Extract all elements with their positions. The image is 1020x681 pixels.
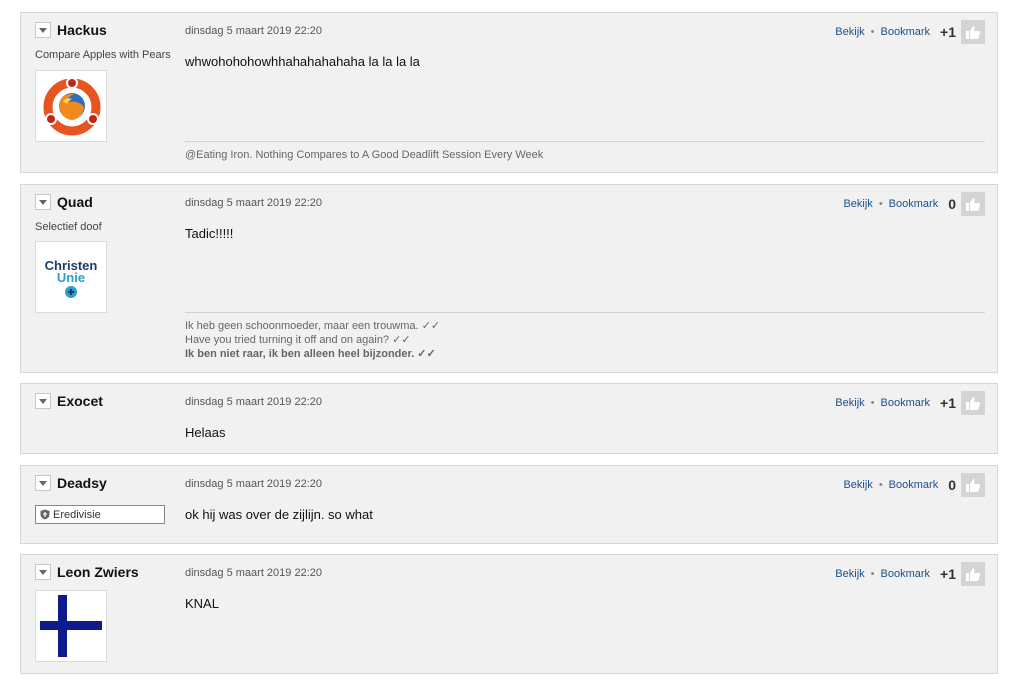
chevron-down-icon — [39, 200, 47, 205]
chevron-down-icon — [39, 570, 47, 575]
username[interactable]: Quad — [57, 194, 93, 210]
bookmark-link[interactable]: Bookmark — [889, 198, 939, 210]
username[interactable]: Deadsy — [57, 475, 107, 491]
thumbs-up-icon — [966, 568, 981, 581]
signature: @Eating Iron. Nothing Compares to A Good… — [185, 148, 543, 162]
like-button[interactable] — [961, 192, 985, 216]
username[interactable]: Hackus — [57, 22, 107, 38]
username[interactable]: Leon Zwiers — [57, 564, 139, 580]
shield-icon — [40, 509, 50, 520]
chevron-down-icon — [39, 399, 47, 404]
post-date: dinsdag 5 maart 2019 22:20 — [185, 567, 322, 579]
post-menu-toggle[interactable] — [35, 564, 51, 580]
thumbs-up-icon — [966, 479, 981, 492]
bookmark-link[interactable]: Bookmark — [881, 397, 931, 409]
like-button[interactable] — [961, 20, 985, 44]
separator: • — [870, 397, 875, 409]
post-message: Helaas — [185, 425, 226, 440]
post-message: Tadic!!!!! — [185, 226, 234, 241]
post: Hackus Compare Apples with Pears dinsdag… — [20, 12, 998, 173]
separator: • — [878, 479, 883, 491]
avatar[interactable]: Christen Unie — [35, 241, 107, 313]
post-actions: Bekijk • Bookmark +1 — [835, 391, 985, 415]
post-date: dinsdag 5 maart 2019 22:20 — [185, 25, 322, 37]
post-message: whwohohohowhhahahahahaha la la la la — [185, 54, 420, 69]
signature-divider — [185, 141, 985, 142]
post-menu-toggle[interactable] — [35, 475, 51, 491]
bookmark-link[interactable]: Bookmark — [889, 479, 939, 491]
bookmark-link[interactable]: Bookmark — [881, 26, 931, 38]
signature-line: @Eating Iron. Nothing Compares to A Good… — [185, 149, 544, 161]
avatar[interactable] — [35, 590, 107, 662]
avatar[interactable] — [35, 70, 107, 142]
bookmark-link[interactable]: Bookmark — [881, 568, 931, 580]
firefox-logo — [43, 77, 101, 136]
post-date: dinsdag 5 maart 2019 22:20 — [185, 396, 322, 408]
post-actions: Bekijk • Bookmark +1 — [835, 562, 985, 586]
signature: Ik heb geen schoonmoeder, maar een trouw… — [185, 319, 440, 361]
like-button[interactable] — [961, 473, 985, 497]
view-link[interactable]: Bekijk — [835, 568, 864, 580]
post-date: dinsdag 5 maart 2019 22:20 — [185, 197, 322, 209]
post-actions: Bekijk • Bookmark 0 — [843, 192, 985, 216]
signature-line: Ik heb geen schoonmoeder, maar een trouw… — [185, 320, 441, 332]
separator: • — [878, 198, 883, 210]
like-button[interactable] — [961, 391, 985, 415]
vote-score: +1 — [940, 566, 956, 582]
vote-score: +1 — [940, 395, 956, 411]
badge-label: Eredivisie — [53, 508, 101, 521]
chevron-down-icon — [39, 481, 47, 486]
signature-divider — [185, 312, 985, 313]
post-actions: Bekijk • Bookmark 0 — [843, 473, 985, 497]
vote-score: +1 — [940, 24, 956, 40]
view-link[interactable]: Bekijk — [835, 26, 864, 38]
post-actions: Bekijk • Bookmark +1 — [835, 20, 985, 44]
signature-line: Ik ben niet raar, ik ben alleen heel bij… — [185, 348, 436, 360]
post-menu-toggle[interactable] — [35, 22, 51, 38]
post-menu-toggle[interactable] — [35, 393, 51, 409]
user-title: Selectief doof — [35, 221, 102, 233]
thumbs-up-icon — [966, 26, 981, 39]
separator: • — [870, 568, 875, 580]
post-message: ok hij was over de zijlijn. so what — [185, 507, 373, 522]
view-link[interactable]: Bekijk — [835, 397, 864, 409]
view-link[interactable]: Bekijk — [843, 479, 872, 491]
post: Deadsy Eredivisie dinsdag 5 maart 2019 2… — [20, 465, 998, 544]
post-message: KNAL — [185, 596, 219, 611]
vote-score: 0 — [948, 477, 956, 493]
plus-circle-icon — [65, 286, 77, 298]
chevron-down-icon — [39, 28, 47, 33]
post-date: dinsdag 5 maart 2019 22:20 — [185, 478, 322, 490]
username[interactable]: Exocet — [57, 393, 103, 409]
logo-text-line2: Unie — [56, 270, 86, 285]
like-button[interactable] — [961, 562, 985, 586]
vote-score: 0 — [948, 196, 956, 212]
cross-image — [36, 591, 106, 661]
post: Quad Selectief doof Christen Unie dinsda… — [20, 184, 998, 373]
christenunie-logo: Christen Unie — [36, 259, 106, 301]
signature-line: Have you tried turning it off and on aga… — [185, 334, 411, 346]
post: Exocet dinsdag 5 maart 2019 22:20 Bekijk… — [20, 383, 998, 454]
view-link[interactable]: Bekijk — [843, 198, 872, 210]
user-title: Compare Apples with Pears — [35, 49, 171, 61]
post-menu-toggle[interactable] — [35, 194, 51, 210]
post: Leon Zwiers dinsdag 5 maart 2019 22:20 B… — [20, 554, 998, 674]
thumbs-up-icon — [966, 397, 981, 410]
thumbs-up-icon — [966, 198, 981, 211]
separator: • — [870, 26, 875, 38]
user-badge[interactable]: Eredivisie — [35, 505, 165, 524]
